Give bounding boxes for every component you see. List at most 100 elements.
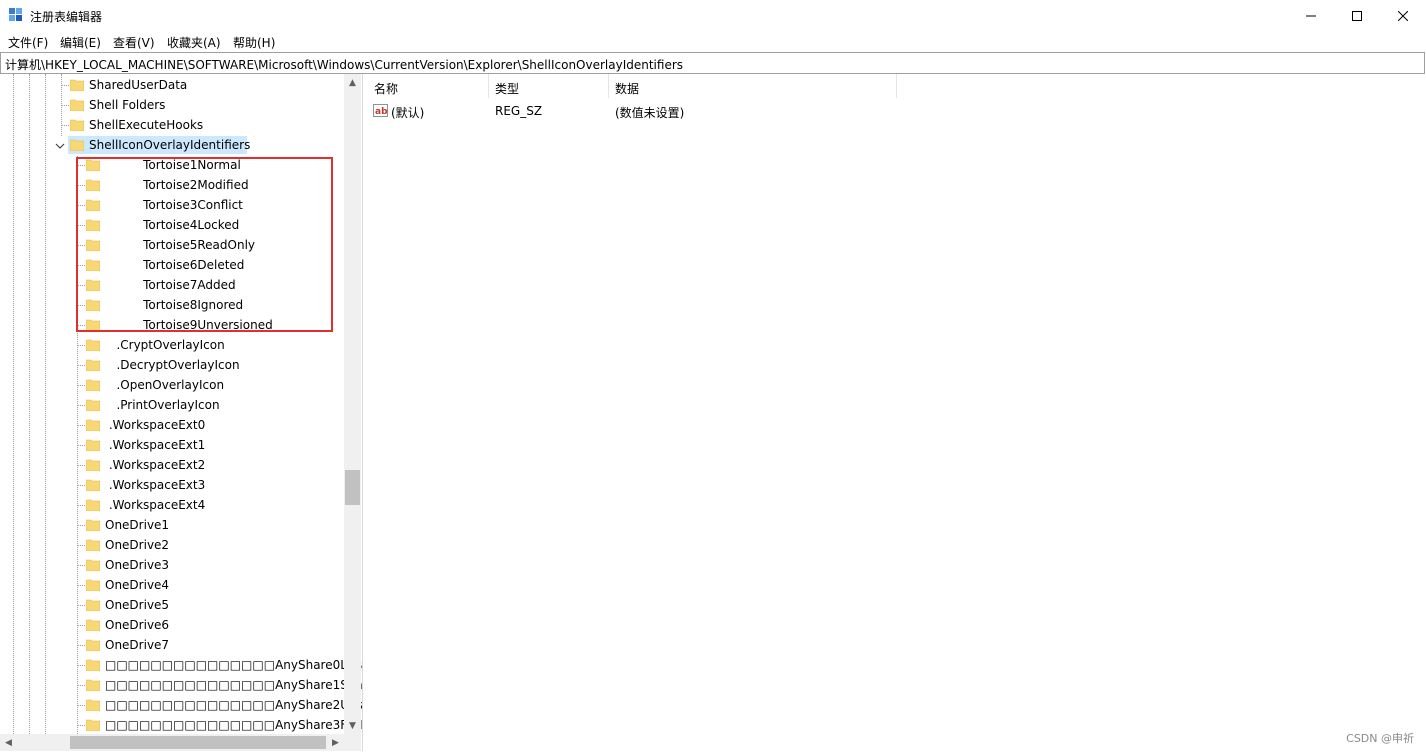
registry-editor-icon	[9, 8, 23, 22]
folder-icon	[86, 699, 100, 711]
tree-item[interactable]: .WorkspaceExt1	[0, 435, 345, 455]
tree-item[interactable]: □□□□□□□□□□□□□□□AnyShare0LocalSync	[0, 655, 362, 675]
horizontal-scroll-thumb[interactable]	[70, 736, 326, 749]
menu-file[interactable]: 文件(F)	[8, 34, 48, 51]
address-path[interactable]: 计算机\HKEY_LOCAL_MACHINE\SOFTWARE\Microsof…	[5, 56, 683, 73]
tree-item[interactable]: □□□□□□□□□□□□□□□AnyShare1Syncing	[0, 675, 362, 695]
tree-item-label: OneDrive5	[105, 598, 170, 612]
tree-item[interactable]: OneDrive4	[0, 575, 345, 595]
tree-item[interactable]: .DecryptOverlayIcon	[0, 355, 345, 375]
menu-favorites[interactable]: 收藏夹(A)	[167, 34, 221, 51]
scroll-left-icon[interactable]: ◀	[0, 734, 17, 751]
tree-item-label: □□□□□□□□□□□□□□□AnyShare3FileLock	[105, 718, 363, 732]
reg-sz-icon: ab	[373, 103, 389, 119]
close-button[interactable]	[1380, 0, 1426, 31]
menu-view[interactable]: 查看(V)	[113, 34, 155, 51]
minimize-button[interactable]	[1288, 0, 1334, 31]
column-header-type[interactable]: 类型	[488, 74, 609, 98]
column-header-label: 名称	[374, 82, 399, 96]
folder-icon	[86, 419, 100, 431]
tree-item-label: .WorkspaceExt1	[105, 438, 206, 452]
folder-icon	[86, 639, 100, 651]
tree-connector	[77, 465, 85, 466]
column-header-name[interactable]: 名称	[367, 74, 489, 98]
watermark: CSDN @申祈	[1346, 732, 1414, 745]
chevron-down-icon[interactable]	[55, 140, 65, 150]
folder-icon	[86, 579, 100, 591]
tree-item-label: .WorkspaceExt2	[105, 458, 206, 472]
vertical-scroll-thumb[interactable]	[345, 470, 360, 505]
tree-item[interactable]: OneDrive7	[0, 635, 345, 655]
tree-item[interactable]: .OpenOverlayIcon	[0, 375, 345, 395]
tree-item[interactable]: OneDrive1	[0, 515, 345, 535]
tree-item-label: OneDrive1	[105, 518, 170, 532]
tree-connector	[77, 725, 85, 726]
tree-item-label: .PrintOverlayIcon	[105, 398, 220, 412]
folder-icon	[86, 359, 100, 371]
tree-connector	[77, 585, 85, 586]
tree-item-label: .WorkspaceExt0	[105, 418, 206, 432]
tree-item-label: OneDrive4	[105, 578, 170, 592]
window-title: 注册表编辑器	[30, 10, 103, 24]
scrollbar-corner	[344, 734, 361, 751]
folder-icon	[86, 459, 100, 471]
tree-item-label: OneDrive2	[105, 538, 170, 552]
menu-bar: 文件(F) 编辑(E) 查看(V) 收藏夹(A) 帮助(H)	[0, 31, 1426, 51]
tree-item-shelliconoverlayidentifiers[interactable]: ShellIconOverlayIdentifiers	[0, 135, 345, 155]
tree-connector	[77, 365, 85, 366]
tree-item-shellexecutehooks[interactable]: ShellExecuteHooks	[0, 115, 345, 135]
scroll-up-icon[interactable]: ▲	[344, 74, 361, 91]
tree-item[interactable]: OneDrive2	[0, 535, 345, 555]
tree-item[interactable]: .WorkspaceExt0	[0, 415, 345, 435]
tree-connector	[77, 665, 85, 666]
tree-connector	[77, 525, 85, 526]
folder-icon	[86, 619, 100, 631]
folder-icon	[86, 559, 100, 571]
tree-pane[interactable]: SharedUserData Shell Folders ShellExecut…	[0, 74, 363, 751]
folder-icon	[86, 439, 100, 451]
tree-item[interactable]: □□□□□□□□□□□□□□□AnyShare3FileLock	[0, 715, 362, 735]
menu-help[interactable]: 帮助(H)	[233, 34, 275, 51]
title-bar: 注册表编辑器	[0, 0, 1426, 31]
tree-item[interactable]: OneDrive5	[0, 595, 345, 615]
address-bar[interactable]: 计算机\HKEY_LOCAL_MACHINE\SOFTWARE\Microsof…	[0, 52, 1425, 74]
tree-connector	[77, 485, 85, 486]
tree-item[interactable]: .WorkspaceExt3	[0, 475, 345, 495]
annotation-box	[76, 157, 333, 332]
scroll-right-icon[interactable]: ▶	[327, 734, 344, 751]
tree-item-label: □□□□□□□□□□□□□□□AnyShare2Unsync	[105, 698, 363, 712]
tree-item-label: .DecryptOverlayIcon	[105, 358, 240, 372]
tree-item-label: .OpenOverlayIcon	[105, 378, 225, 392]
maximize-button[interactable]	[1334, 0, 1380, 31]
tree-item-label: □□□□□□□□□□□□□□□AnyShare1Syncing	[105, 678, 363, 692]
tree-item-label: ShellExecuteHooks	[89, 118, 204, 132]
column-header-data[interactable]: 数据	[608, 74, 897, 98]
tree-connector	[77, 545, 85, 546]
folder-icon	[86, 379, 100, 391]
tree-vertical-scrollbar[interactable]: ▲ ▼	[344, 74, 361, 734]
table-row[interactable]: ab (默认) REG_SZ (数值未设置)	[367, 101, 1367, 121]
folder-icon	[70, 119, 84, 131]
tree-item[interactable]: OneDrive3	[0, 555, 345, 575]
tree-item[interactable]: OneDrive6	[0, 615, 345, 635]
tree-item-label: ShellIconOverlayIdentifiers	[89, 138, 251, 152]
tree-item[interactable]: .PrintOverlayIcon	[0, 395, 345, 415]
values-pane[interactable]: 名称 类型 数据 ab (默认) REG_SZ (数值未设置)	[367, 74, 1426, 751]
tree-item[interactable]: .WorkspaceExt2	[0, 455, 345, 475]
tree-connector	[77, 605, 85, 606]
tree-item[interactable]: .CryptOverlayIcon	[0, 335, 345, 355]
tree-horizontal-scrollbar[interactable]: ◀ ▶	[0, 734, 344, 751]
menu-edit[interactable]: 编辑(E)	[60, 34, 101, 51]
tree-connector	[77, 445, 85, 446]
tree-item-label: OneDrive6	[105, 618, 170, 632]
tree-item-shareduserdata[interactable]: SharedUserData	[0, 75, 345, 95]
tree-connector	[61, 85, 69, 86]
folder-icon	[86, 519, 100, 531]
folder-icon	[70, 79, 84, 91]
tree-item-shell-folders[interactable]: Shell Folders	[0, 95, 345, 115]
folder-icon	[86, 479, 100, 491]
tree-connector	[77, 505, 85, 506]
scroll-down-icon[interactable]: ▼	[344, 717, 361, 734]
tree-item[interactable]: .WorkspaceExt4	[0, 495, 345, 515]
tree-item[interactable]: □□□□□□□□□□□□□□□AnyShare2Unsync	[0, 695, 362, 715]
